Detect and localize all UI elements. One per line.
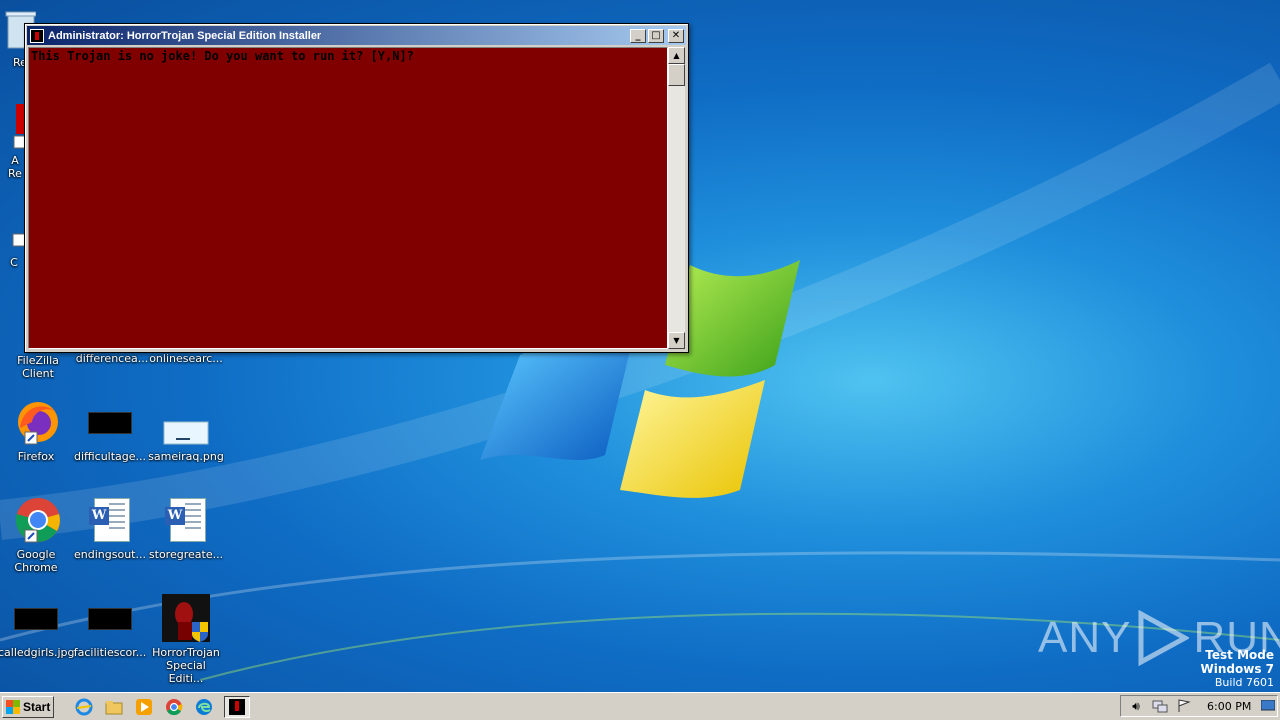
- chrome-icon: [15, 498, 60, 543]
- desktop-file-endingsout[interactable]: W endingsout...: [72, 496, 148, 561]
- show-desktop-icon[interactable]: [1259, 697, 1277, 715]
- desktop-file-facilitiescor[interactable]: facilitiescor...: [72, 594, 148, 659]
- scroll-down-button[interactable]: ▼: [668, 332, 685, 349]
- image-thumbnail: [88, 412, 132, 434]
- app-icon: [13, 104, 27, 149]
- test-mode-build: Build 7601: [1214, 676, 1274, 689]
- desktop-file-storegreate[interactable]: W storegreate...: [148, 496, 224, 561]
- internet-explorer-icon[interactable]: [72, 696, 96, 718]
- edge-icon[interactable]: [192, 696, 216, 718]
- desktop-file-sameiraq[interactable]: sameiraq.png: [148, 398, 224, 463]
- network-icon[interactable]: [1151, 698, 1169, 714]
- firefox-icon: [18, 402, 58, 445]
- test-mode-os: Windows 7: [1200, 662, 1274, 676]
- start-button[interactable]: Start: [2, 695, 54, 718]
- desktop-file-difficultage[interactable]: difficultage...: [72, 398, 148, 463]
- vertical-scrollbar[interactable]: ▲ ▼: [668, 47, 685, 349]
- play-icon: [1138, 610, 1190, 666]
- image-thumbnail: [14, 608, 58, 630]
- watermark-left: ANY: [1038, 613, 1132, 662]
- scroll-up-button[interactable]: ▲: [668, 47, 685, 64]
- console-prompt-text: This Trojan is no joke! Do you want to r…: [31, 49, 414, 63]
- minimize-button[interactable]: _: [630, 28, 646, 43]
- window-titlebar[interactable]: Administrator: HorrorTrojan Special Edit…: [27, 26, 686, 45]
- desktop-file-differencea[interactable]: differencea...: [74, 352, 150, 365]
- icon-label: differencea...: [75, 352, 149, 365]
- chrome-icon-item[interactable]: Google Chrome: [0, 496, 74, 574]
- test-mode-line: Test Mode: [1205, 648, 1274, 662]
- maximize-button[interactable]: □: [648, 28, 664, 43]
- scroll-thumb[interactable]: [668, 64, 685, 86]
- word-doc-icon: W: [165, 498, 206, 542]
- icon-label: storegreate...: [148, 548, 224, 561]
- clock[interactable]: 6:00 PM: [1207, 700, 1251, 713]
- explorer-icon[interactable]: [102, 696, 126, 718]
- image-thumbnail: [163, 421, 209, 445]
- icon-label: onlinesearc...: [149, 352, 223, 365]
- icon-label: endingsout...: [74, 548, 146, 561]
- taskbar: Start 🔊︎ 6:00 PM: [0, 692, 1280, 720]
- word-doc-icon: W: [89, 498, 130, 542]
- installer-icon: [162, 594, 210, 642]
- desktop[interactable]: Re A Re C FileZilla Client differencea..…: [0, 0, 1280, 692]
- window-title: Administrator: HorrorTrojan Special Edit…: [48, 29, 322, 42]
- icon-label: Firefox: [17, 450, 55, 463]
- icon-label: facilitiescor...: [73, 646, 147, 659]
- console-app-icon: [229, 698, 245, 715]
- horrortrojan-installer-item[interactable]: HorrorTrojan Special Editi...: [148, 594, 224, 685]
- firefox-icon-item[interactable]: Firefox: [0, 398, 74, 463]
- volume-icon[interactable]: 🔊︎: [1127, 698, 1145, 714]
- system-tray: 🔊︎ 6:00 PM: [1120, 695, 1278, 717]
- taskbar-horrortrojan-console[interactable]: [224, 695, 250, 718]
- app-icon[interactable]: [30, 28, 44, 43]
- icon-label: Google Chrome: [14, 548, 58, 574]
- desktop-file-onlinesearc[interactable]: onlinesearc...: [148, 352, 224, 365]
- chrome-icon[interactable]: [162, 696, 186, 718]
- image-thumbnail: [88, 608, 132, 630]
- action-center-flag-icon[interactable]: [1175, 698, 1193, 714]
- start-label: Start: [23, 699, 51, 714]
- close-button[interactable]: ✕: [668, 28, 684, 43]
- shortcut-icon: [12, 233, 26, 247]
- console-output[interactable]: This Trojan is no joke! Do you want to r…: [28, 47, 668, 349]
- windows-flag-icon: [6, 699, 20, 714]
- icon-label: calledgirls.jpg: [0, 646, 74, 659]
- icon-label: HorrorTrojan Special Editi...: [152, 646, 220, 685]
- media-player-icon[interactable]: [132, 696, 156, 718]
- icon-label: sameiraq.png: [148, 450, 224, 463]
- icon-label: difficultage...: [73, 450, 147, 463]
- test-mode-notice: Test Mode Windows 7 Build 7601: [1201, 648, 1274, 690]
- icon-label: FileZilla Client: [17, 354, 59, 380]
- installer-console-window[interactable]: Administrator: HorrorTrojan Special Edit…: [24, 23, 689, 353]
- desktop-file-calledgirls[interactable]: calledgirls.jpg: [0, 594, 74, 659]
